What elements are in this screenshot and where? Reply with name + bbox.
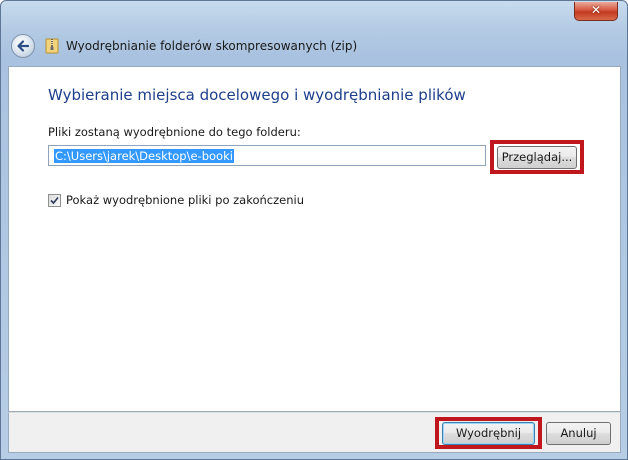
window-title: Wyodrębnianie folderów skompresowanych (… bbox=[66, 39, 358, 53]
extract-button[interactable]: Wyodrębnij bbox=[442, 422, 535, 445]
page-heading: Wybieranie miejsca docelowego i wyodrębn… bbox=[48, 86, 466, 104]
show-files-label[interactable]: Pokaż wyodrębnione pliki po zakończeniu bbox=[66, 193, 304, 207]
close-button[interactable]: ✕ bbox=[574, 2, 618, 21]
destination-label: Pliki zostaną wyodrębnione do tego folde… bbox=[48, 125, 301, 139]
zip-folder-icon bbox=[45, 38, 59, 54]
back-button[interactable] bbox=[11, 34, 35, 58]
back-arrow-icon bbox=[17, 40, 30, 52]
button-bar: Wyodrębnij Anuluj bbox=[8, 412, 621, 453]
content-panel: Wybieranie miejsca docelowego i wyodrębn… bbox=[8, 66, 621, 412]
destination-path-value: C:\Users\jarek\Desktop\e-booki bbox=[54, 149, 234, 163]
close-icon: ✕ bbox=[590, 3, 602, 17]
destination-path-input[interactable]: C:\Users\jarek\Desktop\e-booki bbox=[48, 145, 486, 166]
cancel-button[interactable]: Anuluj bbox=[546, 422, 611, 445]
checkmark-icon bbox=[50, 196, 59, 205]
dialog-window: ✕ Wyodrębnianie folderów skompresowanych… bbox=[0, 0, 628, 460]
browse-button[interactable]: Przeglądaj... bbox=[497, 146, 577, 169]
show-files-checkbox[interactable] bbox=[48, 194, 61, 207]
